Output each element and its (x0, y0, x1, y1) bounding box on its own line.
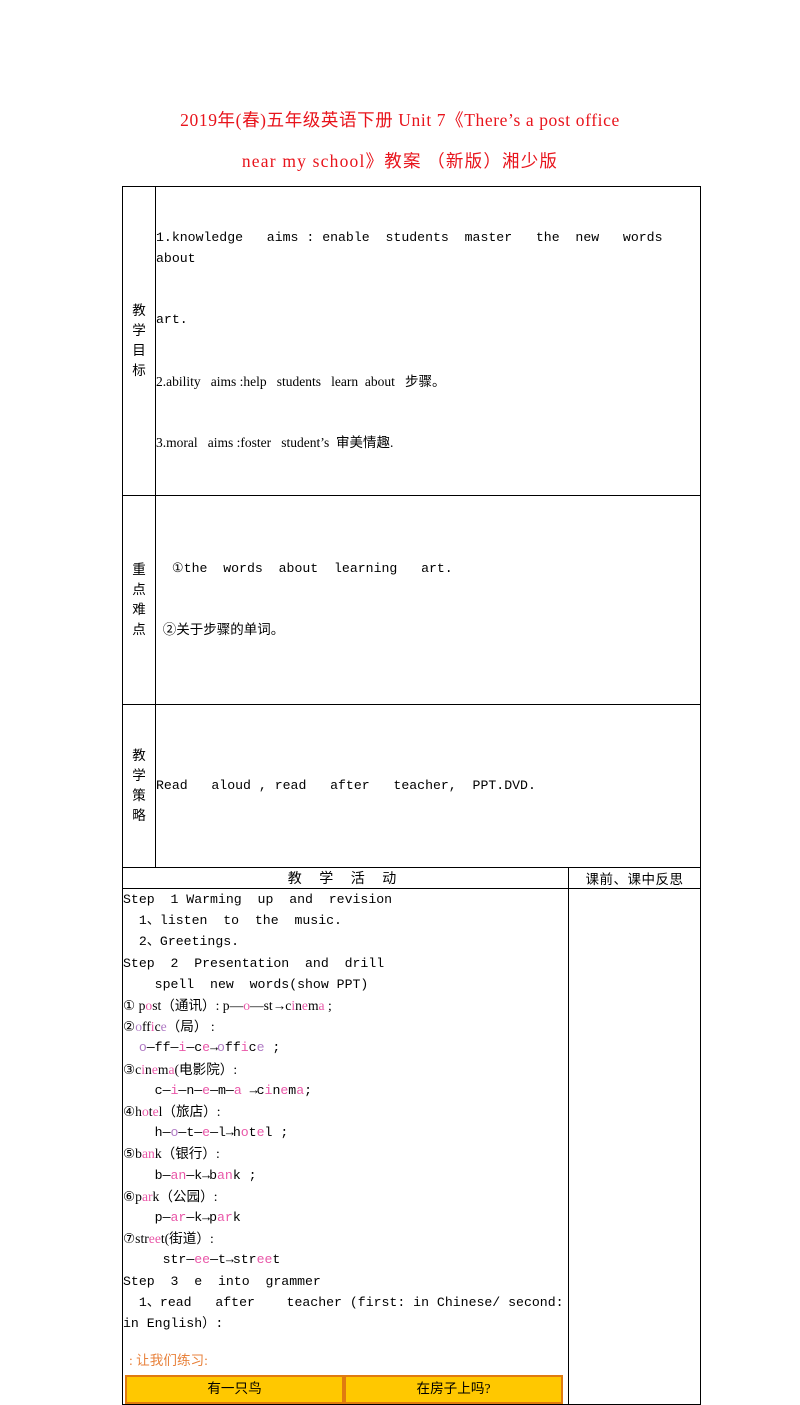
activity-header: 教 学 活 动 (122, 867, 569, 889)
row-content-key-points: ①the words about learning art. ②关于步骤的单词。 (154, 494, 702, 705)
activity-line-word-street-spell: str—ee—t→street (123, 1252, 281, 1268)
table-row-activity-header: 教 学 活 动 课前、课中反思 (122, 867, 702, 889)
row-label-key-points: 重 点 难 点 (122, 494, 156, 705)
objective-line: art. (156, 312, 188, 327)
row-label-char: 点 (132, 581, 146, 597)
row-label-char: 难 (132, 601, 146, 617)
row-label-char: 重 (132, 561, 146, 577)
activity-line-word-street: ⑦street(街道）: (123, 1231, 214, 1247)
row-label-char: 标 (132, 362, 146, 378)
activity-line-word-bank-spell: b—an—k→bank ; (123, 1167, 257, 1183)
activity-line-word-bank: ⑤bank（银行）: (123, 1146, 220, 1162)
activity-line-word-office-spell: o—ff—i—ce→office ; (138, 1040, 281, 1056)
activity-line-word-park-spell: p—ar—k→park (123, 1210, 241, 1226)
row-label-objectives: 教 学 目 标 (122, 186, 156, 496)
activity-body: Step 1 Warming up and revision 1、listen … (122, 887, 569, 1405)
table-row-strategy: 教 学 策 略 Read aloud , read after teacher,… (122, 703, 702, 868)
practice-prompt: : 让我们练习: (129, 1353, 208, 1369)
document-page: 2019年(春)五年级英语下册 Unit 7《There’s a post of… (0, 0, 800, 1405)
strategy-line: Read aloud , read after teacher, PPT.DVD… (156, 777, 536, 793)
activity-line-word-hotel-spell: h—o—t—e—l→hotel ; (123, 1125, 289, 1141)
table-row-activity-body: Step 1 Warming up and revision 1、listen … (122, 887, 702, 1405)
answer-box-left[interactable]: 有一只鸟 (125, 1375, 344, 1405)
row-label-char: 目 (132, 342, 146, 358)
activity-line: Step 1 Warming up and revision (123, 892, 393, 907)
activity-line-word-hotel: ④hotel（旅店）: (123, 1104, 221, 1120)
activity-line: in English）: (123, 1316, 224, 1332)
row-label-char: 策 (132, 787, 146, 803)
activity-line: Step 3 e into grammer (123, 1273, 321, 1289)
reflection-header: 课前、课中反思 (567, 867, 702, 889)
row-label-char: 教 (132, 302, 146, 318)
key-point-line: ①the words about learning art. (156, 560, 453, 576)
row-label-char: 点 (132, 621, 146, 637)
objective-line: 1.knowledge aims : enable students maste… (156, 230, 679, 266)
lesson-plan-table: 教 学 目 标 1.knowledge aims : enable studen… (122, 186, 702, 1405)
page-title: 2019年(春)五年级英语下册 Unit 7《There’s a post of… (0, 0, 800, 182)
activity-line: 1、listen to the music. (123, 913, 342, 929)
row-label-strategy: 教 学 策 略 (122, 703, 156, 868)
row-content-strategy: Read aloud , read after teacher, PPT.DVD… (154, 703, 702, 868)
page-title-line-1: 2019年(春)五年级英语下册 Unit 7《There’s a post of… (180, 110, 620, 130)
activity-line-word-post: ① post（通讯）: p—o—st→cinema ; (123, 998, 332, 1014)
table-row-key-points: 重 点 难 点 ①the words about learning art. ②… (122, 494, 702, 705)
objective-line: 2.ability aims :help students learn abou… (156, 373, 446, 389)
row-content-objectives: 1.knowledge aims : enable students maste… (154, 186, 702, 496)
page-title-line-2: near my school》教案 （新版）湘少版 (241, 151, 559, 171)
activity-line: 2、Greetings. (123, 934, 240, 950)
key-point-line: ②关于步骤的单词。 (156, 622, 285, 637)
objective-line: 3.moral aims :foster student’s 审美情趣. (156, 435, 394, 450)
activity-line: spell new words(show PPT) (123, 976, 369, 992)
activity-line-word-park: ⑥park（公园）: (123, 1188, 218, 1204)
row-label-char: 学 (132, 767, 146, 783)
row-label-char: 学 (132, 322, 146, 338)
activity-line-word-office: ②office（局） : (123, 1019, 215, 1035)
activity-line: 1、read after teacher (first: in Chinese/… (123, 1294, 564, 1310)
activity-line-word-cinema-spell: c—i—n—e—m—a →cinema; (123, 1082, 313, 1098)
activity-line: Step 2 Presentation and drill (123, 955, 385, 971)
row-label-char: 教 (132, 747, 146, 763)
reflection-body[interactable] (567, 887, 702, 1405)
answer-box-row: 有一只鸟 在房子上吗? (125, 1375, 563, 1405)
activity-line-word-cinema: ③cinema(电影院）: (123, 1061, 238, 1077)
table-row-objectives: 教 学 目 标 1.knowledge aims : enable studen… (122, 186, 702, 496)
row-label-char: 略 (132, 807, 146, 823)
answer-box-right[interactable]: 在房子上吗? (344, 1375, 563, 1405)
